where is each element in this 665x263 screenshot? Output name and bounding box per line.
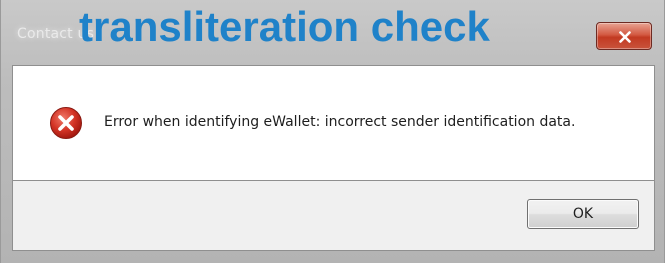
close-icon <box>619 31 631 43</box>
error-dialog: Contact us transliteration check Error w… <box>0 0 665 263</box>
close-button[interactable] <box>596 22 652 50</box>
title-bar[interactable]: Contact us transliteration check <box>1 0 665 64</box>
error-icon <box>50 107 82 139</box>
button-bar: OK <box>12 181 655 251</box>
message-area: Error when identifying eWallet: incorrec… <box>12 65 655 181</box>
overlay-caption: transliteration check <box>79 3 490 50</box>
ok-button[interactable]: OK <box>527 199 639 229</box>
error-message: Error when identifying eWallet: incorrec… <box>104 114 576 130</box>
